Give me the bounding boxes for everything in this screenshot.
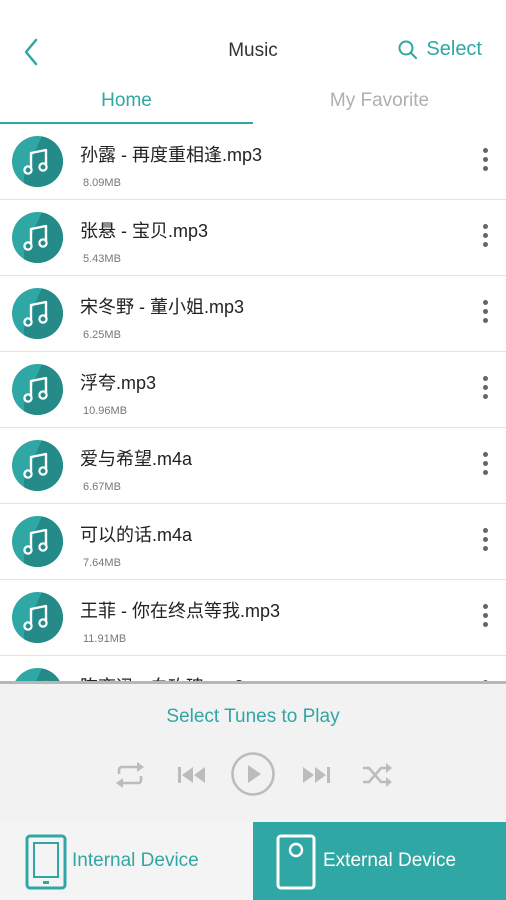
select-button[interactable]: Select — [398, 38, 482, 61]
track-row[interactable]: 爱与希望.m4a 6.67MB — [0, 428, 506, 504]
track-row[interactable]: 浮夸.mp3 10.96MB — [0, 352, 506, 428]
music-note-icon — [12, 516, 63, 567]
track-size: 5.43MB — [83, 253, 121, 265]
track-row[interactable]: 孙露 - 再度重相逢.mp3 8.09MB — [0, 124, 506, 200]
internal-device-label: Internal Device — [72, 850, 199, 871]
more-options-icon[interactable] — [478, 300, 492, 328]
track-name: 爱与希望.m4a — [80, 449, 193, 469]
music-note-icon — [12, 288, 63, 339]
track-row[interactable]: 陈奕迅 - 白玫瑰.mp3 — [0, 656, 506, 682]
track-size: 8.09MB — [83, 177, 121, 189]
music-note-icon — [12, 592, 63, 643]
play-button[interactable] — [230, 751, 276, 802]
shuffle-button[interactable] — [360, 760, 394, 795]
track-name: 王菲 - 你在终点等我.mp3 — [80, 601, 281, 621]
more-options-icon[interactable] — [478, 224, 492, 252]
more-options-icon[interactable] — [478, 148, 492, 176]
tab-home[interactable]: Home — [0, 78, 253, 125]
track-size: 6.67MB — [83, 481, 121, 493]
track-name: 浮夸.mp3 — [80, 373, 157, 393]
tab-my-favorite[interactable]: My Favorite — [253, 78, 506, 124]
track-name: 可以的话.m4a — [80, 525, 193, 545]
play-icon — [231, 752, 275, 796]
repeat-button[interactable] — [113, 760, 147, 795]
track-list[interactable]: 孙露 - 再度重相逢.mp3 8.09MB 张悬 - 宝贝.mp3 5.43MB… — [0, 124, 506, 682]
music-note-icon — [12, 668, 63, 682]
track-name: 孙露 - 再度重相逢.mp3 — [80, 145, 263, 165]
track-size: 7.64MB — [83, 557, 121, 569]
music-note-icon — [12, 136, 63, 187]
track-size: 6.25MB — [83, 329, 121, 341]
track-row[interactable]: 张悬 - 宝贝.mp3 5.43MB — [0, 200, 506, 276]
device-switch-bar: Internal Device External Device — [0, 822, 506, 900]
external-device-tab[interactable]: External Device — [253, 822, 506, 900]
next-button[interactable] — [300, 764, 332, 791]
skip-previous-icon — [178, 767, 205, 783]
tab-my-favorite-label: My Favorite — [329, 90, 430, 111]
track-row[interactable]: 可以的话.m4a 7.64MB — [0, 504, 506, 580]
repeat-icon — [116, 762, 144, 788]
more-options-icon[interactable] — [478, 528, 492, 556]
now-playing-text: Select Tunes to Play — [166, 706, 340, 727]
track-row[interactable]: 宋冬野 - 董小姐.mp3 6.25MB — [0, 276, 506, 352]
track-name: 宋冬野 - 董小姐.mp3 — [80, 297, 245, 317]
music-note-icon — [12, 364, 63, 415]
music-note-icon — [12, 440, 63, 491]
track-size: 10.96MB — [83, 405, 128, 417]
search-icon — [398, 40, 418, 59]
more-options-icon[interactable] — [478, 452, 492, 480]
tab-bar: Home My Favorite — [0, 78, 506, 125]
track-row[interactable]: 王菲 - 你在终点等我.mp3 11.91MB — [0, 580, 506, 656]
previous-button[interactable] — [176, 764, 208, 791]
tablet-icon — [25, 834, 67, 890]
external-storage-icon — [276, 834, 316, 890]
internal-device-tab[interactable]: Internal Device — [0, 822, 253, 900]
top-navigation-bar: Music Select — [0, 0, 506, 79]
track-name: 张悬 - 宝贝.mp3 — [80, 221, 209, 241]
select-label: Select — [426, 38, 482, 60]
skip-next-icon — [303, 767, 330, 783]
track-size: 11.91MB — [83, 633, 127, 645]
more-options-icon[interactable] — [478, 604, 492, 632]
external-device-label: External Device — [323, 850, 457, 871]
more-options-icon[interactable] — [478, 376, 492, 404]
music-note-icon — [12, 212, 63, 263]
player-panel: Select Tunes to Play — [0, 684, 506, 823]
shuffle-icon — [363, 763, 392, 787]
tab-home-label: Home — [101, 90, 152, 111]
